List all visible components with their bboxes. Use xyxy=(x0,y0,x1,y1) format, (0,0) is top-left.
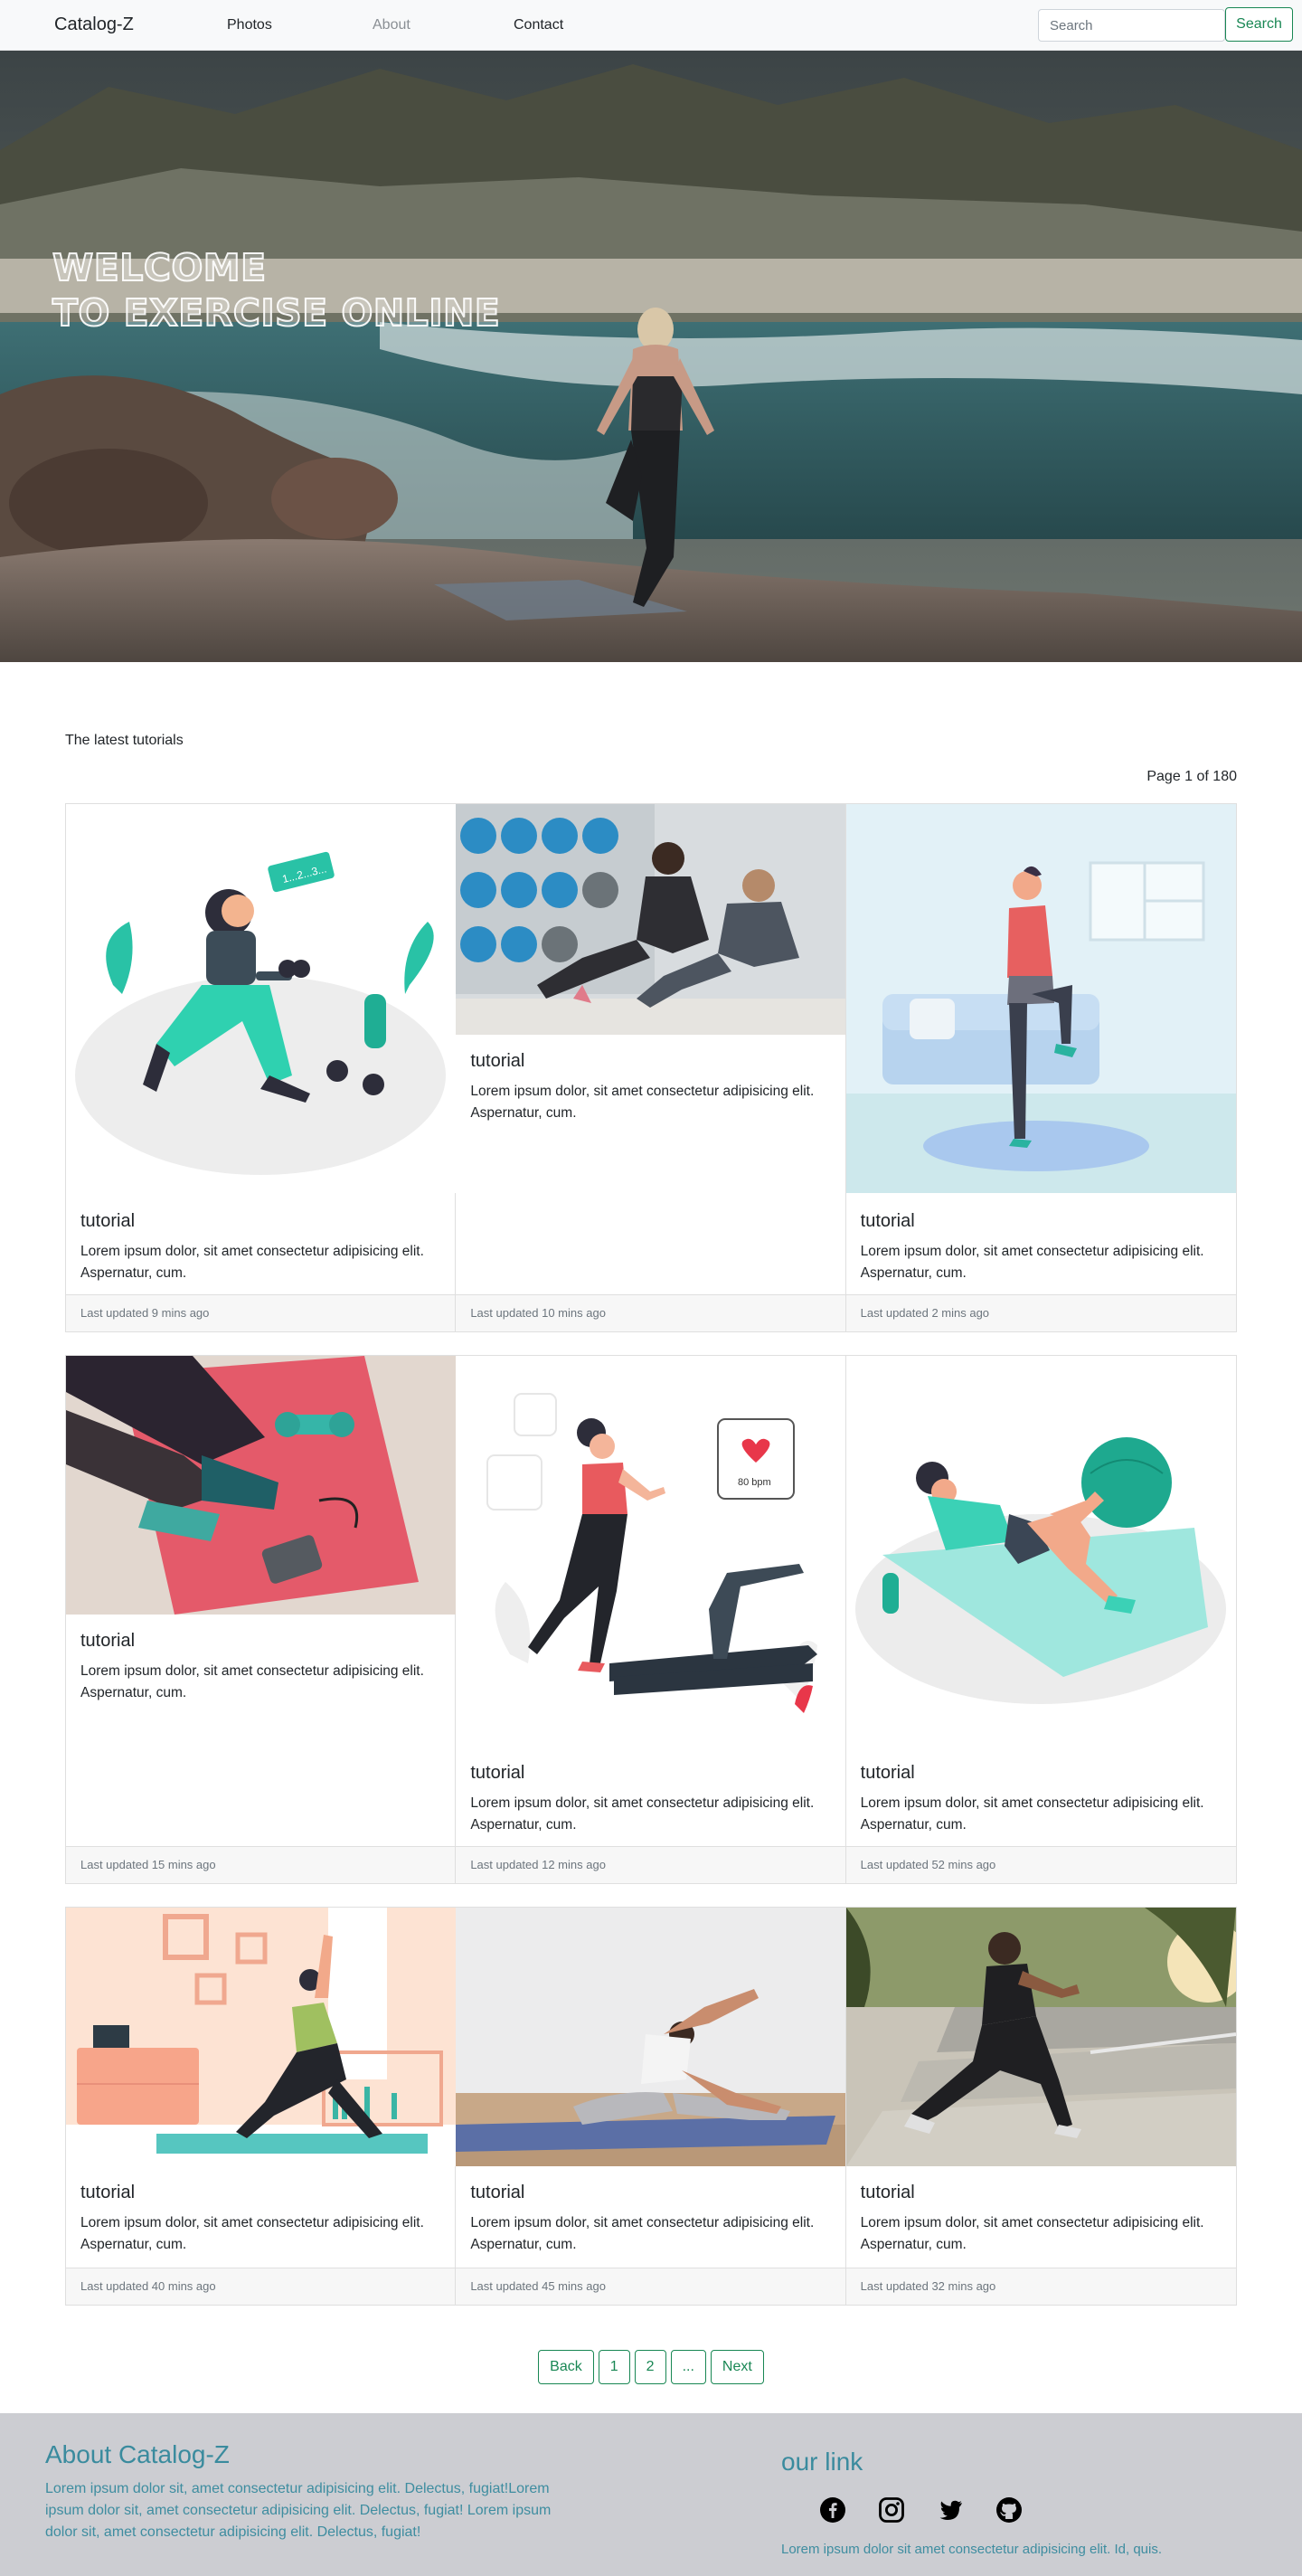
card-text: Lorem ipsum dolor, sit amet consectetur … xyxy=(860,2215,1204,2252)
card-footer: Last updated 2 mins ago xyxy=(845,1294,1236,1331)
page-2-button[interactable]: 2 xyxy=(634,2350,666,2384)
card-footer: Last updated 52 mins ago xyxy=(845,1846,1236,1883)
card-image xyxy=(456,804,846,1035)
card-image xyxy=(66,1356,456,1615)
card-text: Lorem ipsum dolor, sit amet consectetur … xyxy=(80,1244,424,1281)
brand-logo[interactable]: Catalog-Z xyxy=(54,14,134,35)
nav-link-about[interactable]: About xyxy=(373,17,410,33)
footer: About Catalog-Z Lorem ipsum dolor sit, a… xyxy=(0,2413,1302,2576)
section-label: The latest tutorials xyxy=(65,733,184,748)
tutorial-card[interactable]: tutorial Lorem ipsum dolor, sit amet con… xyxy=(845,1356,1236,1883)
facebook-icon[interactable] xyxy=(819,2496,846,2524)
card-footer: Last updated 9 mins ago xyxy=(66,1294,456,1331)
card-title[interactable]: tutorial xyxy=(861,2183,1223,2203)
link-title: our link xyxy=(781,2448,863,2476)
card-footer: Last updated 15 mins ago xyxy=(66,1846,456,1883)
search-button[interactable]: Search xyxy=(1225,7,1293,42)
card-text: Lorem ipsum dolor, sit amet consectetur … xyxy=(80,1663,424,1700)
tutorial-card[interactable]: 80 bpm tutorial Lorem ipsum dolor, sit a… xyxy=(456,1356,846,1883)
card-footer: Last updated 10 mins ago xyxy=(456,1294,845,1331)
tutorial-card[interactable]: 1...2...3... tutorial Lorem ipsum dolor,… xyxy=(66,804,457,1331)
social-links xyxy=(819,2496,1023,2524)
card-image xyxy=(845,1356,1236,1745)
hero-title-line2: to Exercise online xyxy=(52,290,501,336)
card-title[interactable]: tutorial xyxy=(80,2183,442,2203)
card-title[interactable]: tutorial xyxy=(861,1763,1223,1784)
search-input[interactable] xyxy=(1038,9,1225,42)
card-title[interactable]: tutorial xyxy=(470,1763,832,1784)
card-text: Lorem ipsum dolor, sit amet consectetur … xyxy=(470,2215,815,2252)
card-image xyxy=(66,1908,456,2166)
hero-banner: Welcome to Exercise online xyxy=(0,51,1302,662)
card-title[interactable]: tutorial xyxy=(80,1211,442,1232)
tutorial-card[interactable]: tutorial Lorem ipsum dolor, sit amet con… xyxy=(456,804,846,1331)
link-text: Lorem ipsum dolor sit amet consectetur a… xyxy=(781,2542,1163,2557)
card-text: Lorem ipsum dolor, sit amet consectetur … xyxy=(860,1244,1204,1281)
pagination: Back 1 2 ... Next xyxy=(0,2350,1302,2384)
navbar: Catalog-Z Photos About Contact Search xyxy=(0,0,1302,51)
card-image: 1...2...3... xyxy=(66,804,456,1193)
next-button[interactable]: Next xyxy=(710,2350,764,2384)
instagram-icon[interactable] xyxy=(878,2496,905,2524)
tutorial-card[interactable]: tutorial Lorem ipsum dolor, sit amet con… xyxy=(845,1908,1236,2305)
tutorial-card[interactable]: tutorial Lorem ipsum dolor, sit amet con… xyxy=(66,1908,457,2305)
card-footer: Last updated 45 mins ago xyxy=(456,2268,845,2305)
tutorial-card[interactable]: tutorial Lorem ipsum dolor, sit amet con… xyxy=(66,1356,457,1883)
tutorial-card[interactable]: tutorial Lorem ipsum dolor, sit amet con… xyxy=(845,804,1236,1331)
card-text: Lorem ipsum dolor, sit amet consectetur … xyxy=(80,2215,424,2252)
card-row: tutorial Lorem ipsum dolor, sit amet con… xyxy=(65,1907,1237,2306)
card-image xyxy=(456,1908,846,2166)
card-footer: Last updated 32 mins ago xyxy=(845,2268,1236,2305)
card-title[interactable]: tutorial xyxy=(470,2183,832,2203)
card-row: tutorial Lorem ipsum dolor, sit amet con… xyxy=(65,1355,1237,1884)
card-row: 1...2...3... tutorial Lorem ipsum dolor,… xyxy=(65,803,1237,1332)
about-title: About Catalog-Z xyxy=(45,2440,230,2468)
svg-text:80 bpm: 80 bpm xyxy=(738,1477,771,1488)
page-1-button[interactable]: 1 xyxy=(598,2350,630,2384)
twitter-icon[interactable] xyxy=(937,2496,964,2524)
card-image xyxy=(845,1908,1236,2166)
card-text: Lorem ipsum dolor, sit amet consectetur … xyxy=(470,1084,815,1121)
nav-link-photos[interactable]: Photos xyxy=(227,17,272,33)
card-text: Lorem ipsum dolor, sit amet consectetur … xyxy=(860,1795,1204,1833)
hero-title: Welcome to Exercise online xyxy=(52,245,501,336)
about-text: Lorem ipsum dolor sit, amet consectetur … xyxy=(45,2481,552,2540)
card-text: Lorem ipsum dolor, sit amet consectetur … xyxy=(470,1795,815,1833)
page-info: Page 1 of 180 xyxy=(1146,769,1237,784)
ellipsis-button[interactable]: ... xyxy=(670,2350,706,2384)
back-button[interactable]: Back xyxy=(538,2350,594,2384)
tutorial-card[interactable]: tutorial Lorem ipsum dolor, sit amet con… xyxy=(456,1908,846,2305)
card-image xyxy=(845,804,1236,1193)
card-footer: Last updated 12 mins ago xyxy=(456,1846,845,1883)
card-image: 80 bpm xyxy=(456,1356,846,1745)
card-footer: Last updated 40 mins ago xyxy=(66,2268,456,2305)
card-title[interactable]: tutorial xyxy=(861,1211,1223,1232)
hero-title-line1: Welcome xyxy=(52,245,267,290)
hero-image xyxy=(0,51,1302,662)
card-title[interactable]: tutorial xyxy=(470,1051,832,1072)
nav-link-contact[interactable]: Contact xyxy=(514,17,563,33)
card-title[interactable]: tutorial xyxy=(80,1631,442,1652)
github-icon[interactable] xyxy=(995,2496,1023,2524)
